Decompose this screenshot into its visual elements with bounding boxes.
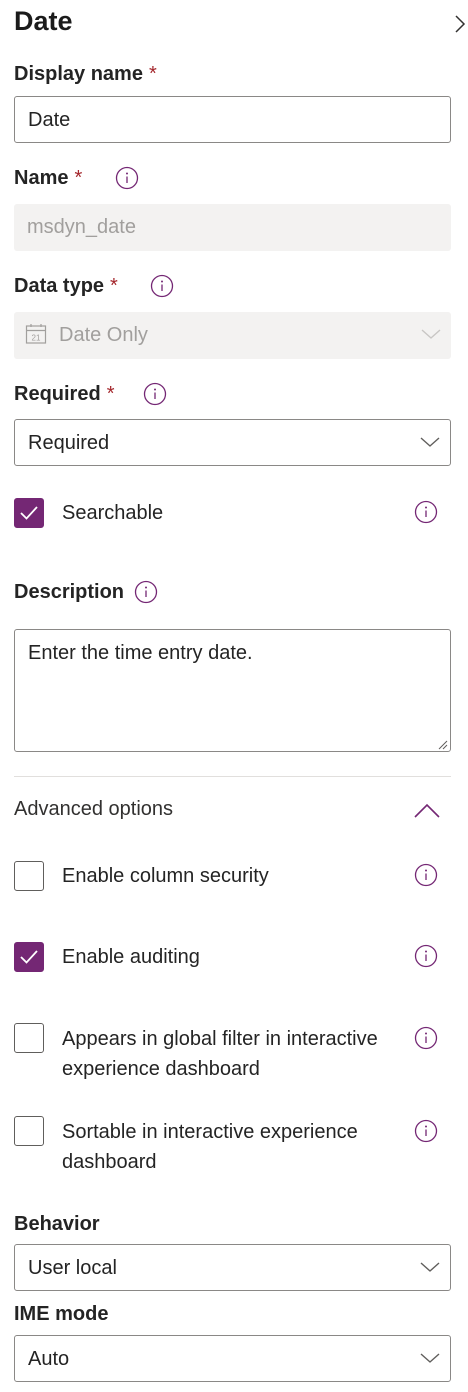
chevron-up-icon[interactable] [413,802,441,820]
description-textarea[interactable]: Enter the time entry date. [14,629,451,752]
required-value: Required [28,432,110,454]
column-security-label: Enable column security [62,865,269,887]
description-label: Description [14,581,125,603]
global-filter-checkbox[interactable] [14,1023,44,1053]
sortable-label-line1: Sortable in interactive experience [62,1121,358,1143]
chevron-down-icon [420,1260,440,1274]
auditing-checkbox[interactable] [14,942,44,972]
description-value: Enter the time entry date. [28,642,253,664]
sortable-label-line2: dashboard [62,1151,157,1173]
panel-title: Date [14,6,73,36]
required-label-text: Required [14,383,101,405]
data-type-label: Data type * [14,273,118,299]
sortable-checkbox[interactable] [14,1116,44,1146]
ime-mode-label: IME mode [14,1303,109,1325]
checkmark-icon [20,506,38,520]
global-filter-label: Appears in global filter in interactive … [62,1024,378,1084]
ime-mode-value: Auto [28,1348,70,1370]
display-name-value: Date [28,109,71,131]
calendar-icon: 21 [25,323,47,345]
close-panel-chevron-icon[interactable] [452,12,468,36]
data-type-label-text: Data type [14,275,105,297]
display-name-input[interactable]: Date [14,96,451,143]
required-dropdown[interactable]: Required [14,419,451,466]
name-label-text: Name [14,167,69,189]
advanced-options-header[interactable]: Advanced options [14,795,173,823]
auditing-label: Enable auditing [62,946,200,968]
required-asterisk: * [74,167,83,189]
chevron-down-icon [420,435,440,449]
required-asterisk: * [106,383,115,405]
sortable-info-icon[interactable] [414,1119,438,1143]
searchable-label: Searchable [62,502,164,524]
chevron-down-icon [420,1351,440,1365]
chevron-down-icon [421,327,441,341]
required-asterisk: * [148,63,157,85]
auditing-info-icon[interactable] [414,944,438,968]
name-info-icon[interactable] [115,166,139,190]
resize-grip-icon[interactable] [436,737,448,750]
column-security-info-icon[interactable] [414,863,438,887]
searchable-checkbox[interactable] [14,498,44,528]
sortable-label: Sortable in interactive experience dashb… [62,1117,358,1177]
description-info-icon[interactable] [134,580,158,604]
data-type-value: Date Only [59,324,148,346]
data-type-info-icon[interactable] [150,274,174,298]
data-type-dropdown[interactable]: 21 Date Only [14,312,451,359]
column-security-checkbox[interactable] [14,861,44,891]
behavior-dropdown[interactable]: User local [14,1244,451,1291]
global-filter-label-line1: Appears in global filter in interactive [62,1028,378,1050]
display-name-label: Display name * [14,61,157,87]
checkmark-icon [20,950,38,964]
searchable-info-icon[interactable] [414,500,438,524]
global-filter-info-icon[interactable] [414,1026,438,1050]
name-label: Name * [14,165,82,191]
required-asterisk: * [110,275,118,297]
section-divider [14,776,451,777]
required-info-icon[interactable] [143,382,167,406]
global-filter-label-line2: experience dashboard [62,1058,260,1080]
name-value: msdyn_date [27,216,136,238]
calendar-day-number: 21 [32,334,41,343]
behavior-label: Behavior [14,1213,100,1235]
name-input[interactable]: msdyn_date [14,204,451,251]
ime-mode-dropdown[interactable]: Auto [14,1335,451,1382]
required-label: Required * [14,381,114,407]
display-name-label-text: Display name [14,63,143,85]
behavior-value: User local [28,1257,117,1279]
